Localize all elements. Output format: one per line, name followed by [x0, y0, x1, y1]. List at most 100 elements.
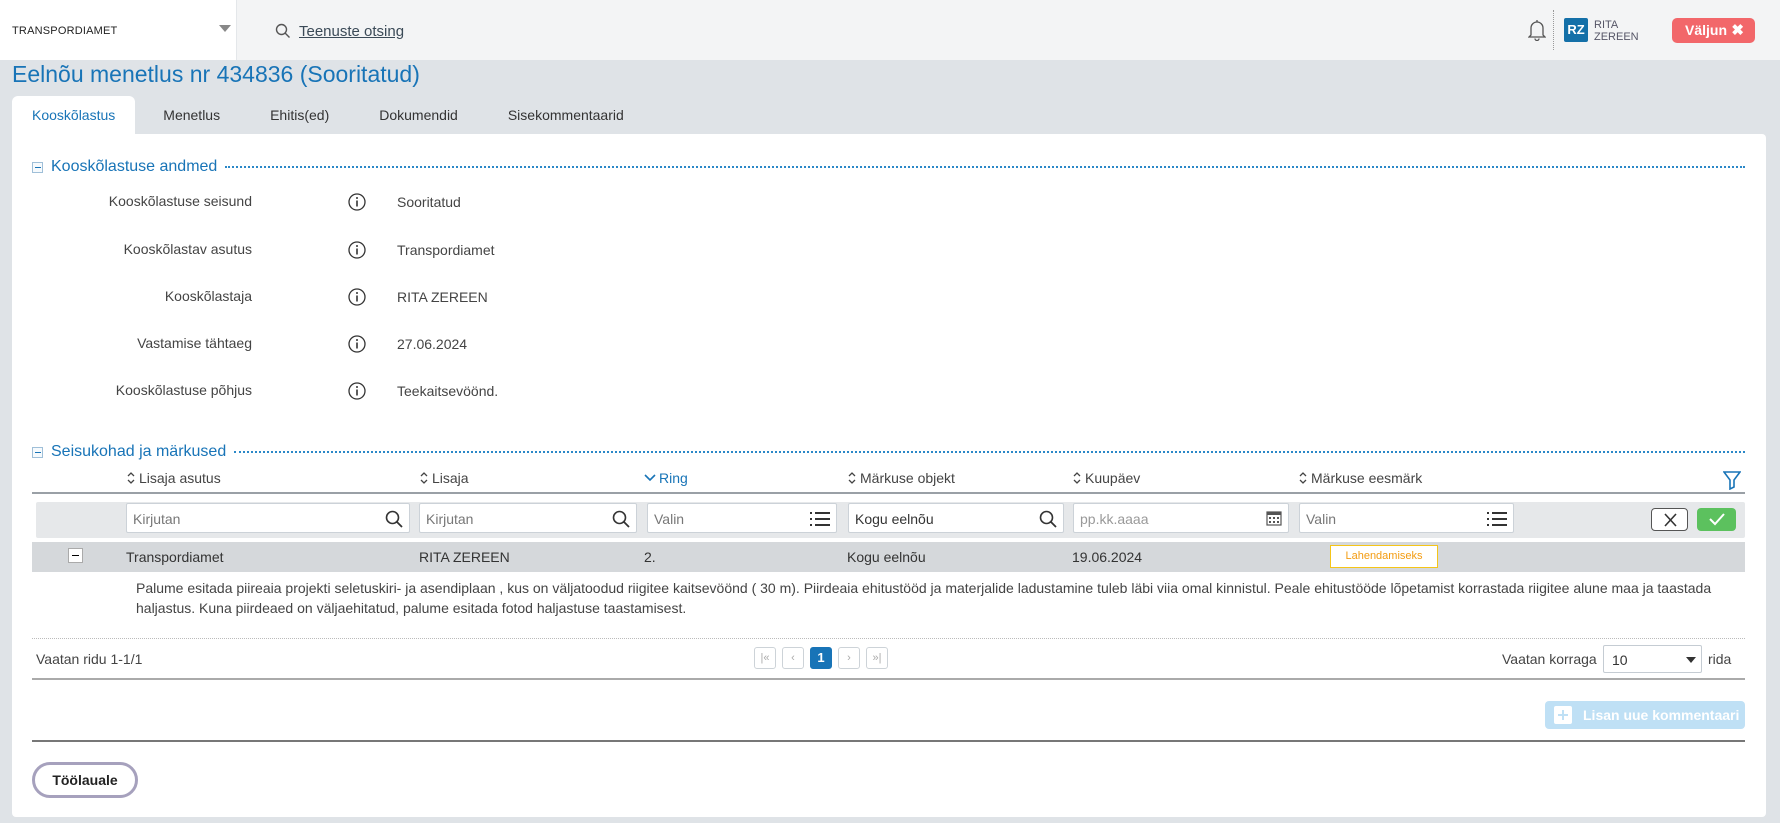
- comment-text: Palume esitada piireaia projekti seletus…: [136, 580, 1712, 616]
- filter-markuse-objekt-input[interactable]: Kogu eelnõu: [848, 503, 1064, 533]
- user-name[interactable]: RITA ZEREEN: [1594, 19, 1639, 43]
- filter-lisaja-input[interactable]: Kirjutan: [419, 503, 637, 533]
- chevron-down-icon: [1686, 657, 1696, 663]
- column-label: Lisaja: [432, 470, 469, 486]
- column-label: Märkuse eesmärk: [1311, 470, 1423, 486]
- list-icon: [1487, 512, 1507, 526]
- prev-page-button[interactable]: ‹: [782, 647, 804, 669]
- field-row-tahtaeg: Vastamise tähtaeg 27.06.2024: [32, 332, 632, 356]
- collapse-row-icon[interactable]: [68, 548, 83, 563]
- sort-icon: [420, 472, 428, 484]
- section-header-seisukohad: Seisukohad ja märkused: [32, 443, 1745, 461]
- logout-button[interactable]: Väljun ✖: [1672, 18, 1755, 43]
- sort-icon: [1073, 472, 1081, 484]
- field-value: Sooritatud: [397, 194, 461, 210]
- close-icon: ✖: [1731, 22, 1744, 39]
- add-comment-button[interactable]: Lisan uue kommentaari: [1545, 701, 1745, 729]
- page-size-label: Vaatan korraga: [1502, 651, 1597, 667]
- filter-kuupaev-input[interactable]: pp.kk.aaaa: [1073, 503, 1289, 533]
- collapse-icon[interactable]: [32, 446, 43, 458]
- service-search-label: Teenuste otsing: [299, 22, 405, 40]
- avatar[interactable]: RZ: [1564, 18, 1588, 42]
- column-header-markuse-objekt[interactable]: Märkuse objekt: [847, 470, 955, 486]
- info-icon[interactable]: [348, 241, 366, 259]
- column-header-lisaja[interactable]: Lisaja: [419, 470, 469, 486]
- check-icon: [1709, 513, 1725, 526]
- table-header: Lisaja asutus Lisaja Ring Märkuse objekt…: [32, 468, 1745, 494]
- table-footer-divider: [32, 678, 1745, 680]
- section-divider: [234, 451, 1745, 453]
- sort-icon: [127, 472, 135, 484]
- filter-icon[interactable]: [1723, 470, 1741, 490]
- filter-ring-select[interactable]: Valin: [647, 503, 837, 533]
- bell-icon[interactable]: [1528, 19, 1546, 41]
- filter-eesmark-select[interactable]: Valin: [1299, 503, 1514, 533]
- page-size-select[interactable]: 10: [1603, 645, 1702, 673]
- row-divider: [32, 638, 1745, 639]
- filter-value: Kogu eelnõu: [855, 511, 934, 527]
- filter-placeholder: Valin: [654, 511, 685, 527]
- info-icon[interactable]: [348, 382, 366, 400]
- tab-kooskolastus[interactable]: Kooskõlastus: [12, 96, 136, 134]
- sort-icon: [848, 472, 856, 484]
- next-page-button[interactable]: ›: [838, 647, 860, 669]
- filter-placeholder: Kirjutan: [133, 511, 181, 527]
- apply-filter-button[interactable]: [1697, 508, 1736, 531]
- table-row[interactable]: Transpordiamet RITA ZEREEN 2. Kogu eelnõ…: [32, 542, 1745, 572]
- service-search[interactable]: Teenuste otsing: [275, 20, 404, 42]
- status-badge: Lahendamiseks: [1330, 545, 1438, 568]
- header-divider: [1553, 10, 1554, 50]
- column-header-ring[interactable]: Ring: [644, 470, 688, 486]
- info-icon[interactable]: [348, 193, 366, 211]
- chevron-down-icon: [644, 474, 656, 482]
- section-title: Seisukohad ja märkused: [51, 443, 227, 460]
- top-bar: TRANSPORDIAMET Teenuste otsing RZ RITA Z…: [0, 0, 1780, 60]
- field-value: RITA ZEREEN: [397, 289, 488, 305]
- section-title: Kooskõlastuse andmed: [51, 158, 218, 175]
- field-label: Kooskõlastuse seisund: [108, 193, 252, 209]
- logout-label: Väljun: [1685, 22, 1728, 38]
- back-to-dashboard-button[interactable]: Töölauale: [32, 762, 138, 798]
- user-last-name: ZEREEN: [1594, 31, 1639, 43]
- filter-placeholder: pp.kk.aaaa: [1080, 511, 1149, 527]
- column-header-kuupaev[interactable]: Kuupäev: [1072, 470, 1140, 486]
- organization-name: TRANSPORDIAMET: [12, 25, 118, 37]
- tab-sisekommentaarid[interactable]: Sisekommentaarid: [486, 96, 646, 134]
- search-icon: [275, 23, 290, 38]
- sort-icon: [1299, 472, 1307, 484]
- collapse-icon[interactable]: [32, 161, 43, 173]
- field-label: Kooskõlastuse põhjus: [115, 382, 252, 398]
- tab-dokumendid[interactable]: Dokumendid: [357, 96, 480, 134]
- first-page-button[interactable]: |«: [754, 647, 776, 669]
- chevron-down-icon: [219, 25, 231, 32]
- page-size-suffix: rida: [1708, 651, 1732, 667]
- section-divider: [225, 166, 1745, 168]
- search-icon: [612, 510, 630, 528]
- cell-lisaja: RITA ZEREEN: [419, 549, 510, 565]
- user-first-name: RITA: [1594, 19, 1619, 31]
- field-label: Kooskõlastaja: [164, 288, 252, 304]
- close-icon: [1664, 513, 1677, 527]
- tab-ehitised[interactable]: Ehitis(ed): [248, 96, 351, 134]
- info-icon[interactable]: [348, 335, 366, 353]
- list-icon: [810, 512, 830, 526]
- filter-placeholder: Valin: [1306, 511, 1337, 527]
- column-label: Lisaja asutus: [139, 470, 221, 486]
- cell-ring: 2.: [644, 549, 656, 565]
- page-button-current[interactable]: 1: [810, 647, 832, 669]
- clear-filter-button[interactable]: [1651, 508, 1688, 531]
- cell-kuupaev: 19.06.2024: [1072, 549, 1143, 565]
- field-value: 27.06.2024: [397, 336, 468, 352]
- field-value: Transpordiamet: [397, 242, 495, 258]
- column-label: Kuupäev: [1085, 470, 1141, 486]
- bottom-divider: [32, 740, 1745, 742]
- info-icon[interactable]: [348, 288, 366, 306]
- tab-menetlus[interactable]: Menetlus: [141, 96, 242, 134]
- filter-lisaja-asutus-input[interactable]: Kirjutan: [126, 503, 410, 533]
- last-page-button[interactable]: »|: [866, 647, 888, 669]
- field-label: Vastamise tähtaeg: [137, 335, 252, 351]
- organization-select[interactable]: TRANSPORDIAMET: [0, 0, 237, 60]
- column-header-lisaja-asutus[interactable]: Lisaja asutus: [126, 470, 221, 486]
- column-header-markuse-eesmark[interactable]: Märkuse eesmärk: [1298, 470, 1422, 486]
- field-row-asutus: Kooskõlastav asutus Transpordiamet: [32, 238, 632, 262]
